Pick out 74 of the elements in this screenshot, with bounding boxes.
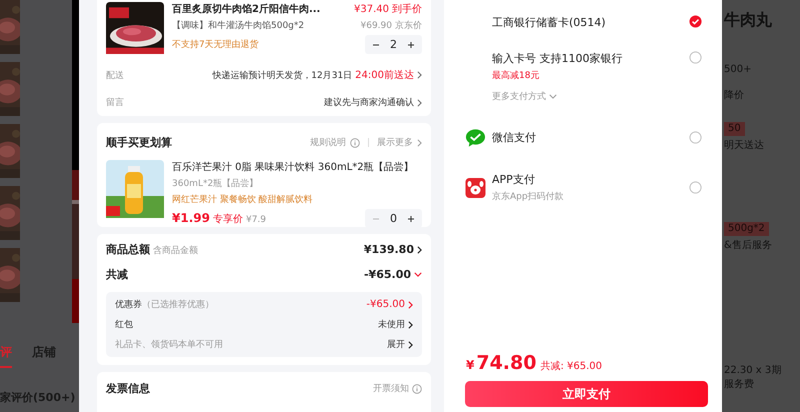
payment-option[interactable]: 工商银行储蓄卡(0514) [492, 15, 683, 30]
background-text: 牛肉丸 [724, 14, 772, 26]
total-amount[interactable]: ¥139.80 [364, 243, 414, 256]
quantity-stepper[interactable]: 2 [365, 35, 422, 54]
total-note: 含商品金额 [153, 246, 198, 256]
detail-value[interactable]: 展开 [387, 338, 405, 351]
detail-note: （已选推荐优惠） [142, 300, 214, 310]
product-spec: 【调味】和牛灌汤牛肉馅500g*2 [172, 20, 304, 32]
chevron-right-icon [417, 71, 422, 79]
pay-button[interactable]: 立即支付 [465, 381, 708, 407]
quantity: 2 [390, 38, 397, 51]
product-spec: 360mL*2瓶【品尝】 [172, 178, 260, 190]
background-text: 500+ [724, 64, 752, 76]
promo-text: 最高减18元 [492, 70, 540, 82]
background-text: 明天送达 [724, 140, 764, 152]
radio-button[interactable] [689, 15, 702, 28]
price: ¥37.40 [354, 4, 389, 14]
chevron-right-icon [408, 300, 413, 308]
quantity: 0 [390, 212, 397, 225]
discount-amount[interactable]: -¥65.00 [364, 268, 411, 281]
background-text: 降价 [724, 90, 744, 102]
price-note: 京东价 [395, 20, 422, 32]
info-icon[interactable] [412, 384, 422, 394]
plus-icon[interactable] [407, 214, 415, 222]
radio-button[interactable] [689, 131, 702, 144]
row-label: 配送 [106, 70, 124, 82]
payment-option[interactable]: 输入卡号 支持1100家银行 [492, 51, 683, 66]
original-price: ¥69.90 [360, 20, 392, 30]
chat-bubble-icon [465, 128, 486, 148]
tag: 50 [724, 122, 745, 136]
price-note: 到手价 [392, 2, 422, 16]
saved-amount: 共减: ¥65.00 [540, 360, 602, 373]
chevron-down-icon [549, 94, 557, 99]
section-title: 发票信息 [106, 381, 150, 396]
product-title[interactable]: 百里炙原切牛肉馅2斤阳信牛肉... [172, 2, 320, 16]
chevron-right-icon [408, 320, 413, 328]
quantity-stepper[interactable]: 0 [365, 209, 422, 228]
original-price: ¥7.9 [246, 215, 266, 225]
info-icon[interactable] [350, 138, 360, 148]
row-value[interactable]: 建议先与商家沟通确认 [324, 96, 414, 109]
background-text: 22.30 x 3期 [724, 365, 782, 377]
detail-label: 礼品卡、领货码本单不可用 [115, 340, 223, 350]
payment-option[interactable]: APP支付 [492, 172, 683, 187]
plus-icon[interactable] [407, 40, 415, 48]
price: ¥1.99 [172, 211, 210, 225]
detail-label: 优惠券 [115, 300, 142, 310]
row-label: 留言 [106, 96, 124, 109]
chevron-right-icon [417, 138, 422, 146]
price-note: 专享价 [212, 212, 243, 226]
return-notice: 不支持7天无理由退货 [172, 38, 259, 51]
currency-symbol: ¥ [466, 358, 474, 372]
delivery-time: 24:00前送达 [355, 68, 414, 82]
product-slogan: 网红芒果汁 聚餐畅饮 酸甜解腻饮料 [172, 194, 314, 206]
total-amount: 74.80 [476, 352, 536, 374]
mascot-icon [465, 178, 486, 198]
chevron-right-icon [417, 98, 422, 106]
product-title[interactable]: 百乐洋芒果汁 0脂 果味果汁饮料 360mL*2瓶【品尝】 [172, 160, 422, 174]
detail-label: 红包 [115, 320, 133, 330]
payment-option[interactable]: 微信支付 [492, 130, 683, 145]
detail-value[interactable]: -¥65.00 [366, 299, 405, 310]
total-label: 商品总额 [106, 243, 150, 256]
chevron-down-icon [414, 272, 422, 277]
detail-value[interactable]: 未使用 [378, 318, 405, 331]
background-text: 服务费 [724, 379, 754, 391]
chevron-right-icon [417, 246, 422, 254]
payment-hint: 京东App扫码付款 [492, 190, 565, 203]
radio-button[interactable] [689, 51, 702, 64]
radio-button[interactable] [689, 181, 702, 194]
section-title: 顺手买更划算 [106, 135, 172, 150]
background-text: &售后服务 [724, 240, 772, 252]
discount-label: 共减 [106, 267, 128, 282]
row-value[interactable]: 快递运输预计明天发货，12月31日 [212, 68, 352, 82]
tag: 500g*2 [724, 222, 769, 236]
chevron-right-icon [408, 340, 413, 348]
